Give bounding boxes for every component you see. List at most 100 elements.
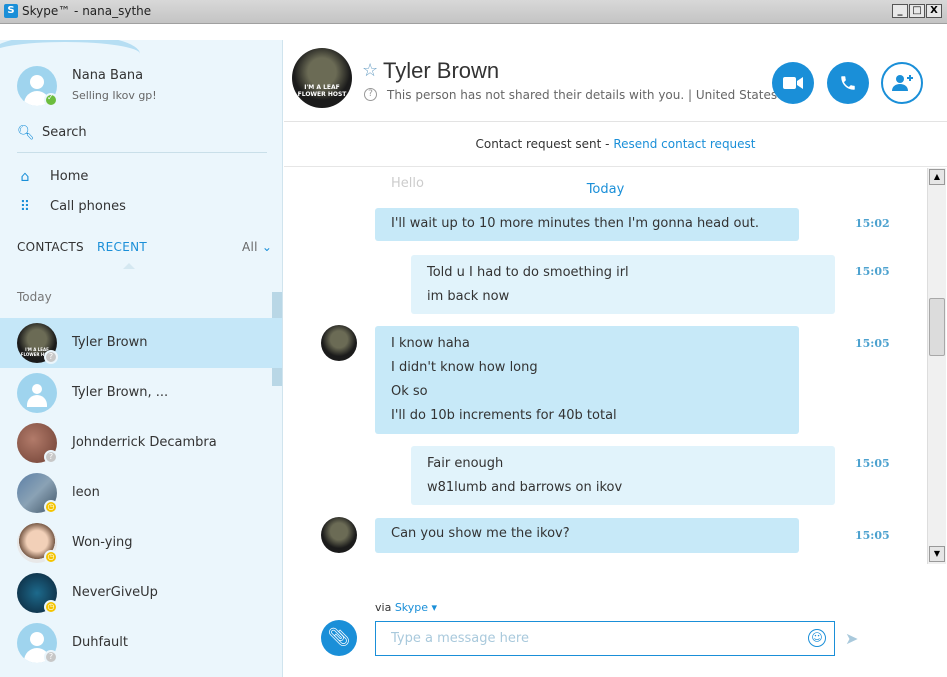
maximize-button[interactable]: □ [909, 4, 925, 18]
add-contact-icon [892, 75, 913, 91]
via-prefix: via [375, 601, 395, 614]
filter-all-label: All [242, 240, 258, 254]
recent-item-duhfault[interactable]: ? Duhfault [0, 618, 282, 668]
person-icon [30, 75, 44, 89]
nav-home[interactable]: ⌂ Home [17, 167, 267, 189]
nav-call-phones-label: Call phones [50, 199, 126, 214]
online-status-icon [44, 93, 58, 107]
message-timestamp: 15:05 [855, 337, 890, 350]
help-icon: ? [364, 88, 377, 101]
close-button[interactable]: X [926, 4, 942, 18]
message-timestamp: 15:05 [855, 457, 890, 470]
message-line: im back now [427, 289, 510, 304]
message-composer: via Skype ▾ 📎︎ ☺ ➤ [284, 565, 947, 677]
contact-request-status: Contact request sent - [475, 137, 614, 151]
recent-list: I'M A LEAF FLOWER HOST ? Tyler Brown Tyl… [0, 318, 282, 668]
message-bubble-incoming[interactable]: Can you show me the ikov? [375, 518, 799, 553]
status-unknown-icon: ? [44, 450, 58, 464]
recent-item-nevergiveup[interactable]: ◷ NeverGiveUp [0, 568, 282, 618]
tab-contacts[interactable]: CONTACTS [17, 240, 84, 254]
message-timestamp: 15:05 [855, 529, 890, 542]
minimize-button[interactable]: _ [892, 4, 908, 18]
attach-file-button[interactable]: 📎︎ [321, 620, 357, 656]
search-label: Search [42, 125, 87, 140]
message-line: I'll do 10b increments for 40b total [391, 408, 617, 423]
chat-history: Hello Today I'll wait up to 10 more minu… [284, 168, 927, 564]
message-line: w81lumb and barrows on ikov [427, 480, 623, 495]
recent-item-name: NeverGiveUp [72, 585, 158, 600]
message-line: Fair enough [427, 456, 504, 471]
via-selector[interactable]: via Skype ▾ [375, 601, 437, 614]
message-bubble-outgoing[interactable]: Told u I had to do smoething irl im back… [411, 255, 835, 314]
profile-mood[interactable]: Selling Ikov gp! [72, 89, 157, 102]
contact-info: This person has not shared their details… [387, 88, 778, 102]
home-icon: ⌂ [20, 169, 30, 185]
scroll-thumb[interactable] [929, 298, 945, 356]
recent-item-name: Tyler Brown [72, 335, 148, 350]
recent-item-name: Won-ying [72, 535, 133, 550]
contact-tabs: CONTACTS RECENT All ⌄ [17, 238, 273, 270]
conversation-header: I'M A LEAF FLOWER HOST ☆ Tyler Brown ? T… [284, 40, 947, 122]
message-input[interactable] [375, 621, 835, 656]
skype-logo-icon: S [4, 4, 18, 18]
recent-item-johnderrick[interactable]: ? Johnderrick Decambra [0, 418, 282, 468]
contact-avatar[interactable]: I'M A LEAF FLOWER HOST [292, 48, 352, 108]
sidebar: Nana Bana Selling Ikov gp! 🔍︎ Search ⌂ H… [0, 40, 283, 677]
recent-item-name: Tyler Brown, ... [72, 385, 169, 400]
message-bubble-outgoing[interactable]: Fair enough w81lumb and barrows on ikov [411, 446, 835, 505]
nav-call-phones[interactable]: ⠿ Call phones [17, 197, 267, 219]
message-line: Told u I had to do smoething irl [427, 265, 629, 280]
recent-section-label: Today [17, 290, 52, 304]
video-call-button[interactable] [772, 62, 814, 104]
date-separator: Today [586, 182, 625, 197]
filter-all-dropdown[interactable]: All ⌄ [242, 240, 272, 254]
recent-item-tyler-brown[interactable]: I'M A LEAF FLOWER HOST ? Tyler Brown [0, 318, 282, 368]
favorite-star-icon[interactable]: ☆ [362, 60, 378, 81]
status-away-icon: ◷ [44, 500, 58, 514]
scroll-down-arrow-icon[interactable]: ▼ [929, 546, 945, 562]
group-icon [17, 373, 57, 413]
recent-item-won-ying[interactable]: ◷ Won-ying [0, 518, 282, 568]
emoticon-button[interactable]: ☺ [808, 629, 826, 647]
status-away-icon: ◷ [44, 600, 58, 614]
search-button[interactable]: 🔍︎ Search [17, 123, 267, 153]
scroll-up-arrow-icon[interactable]: ▲ [929, 169, 945, 185]
contact-request-bar: Contact request sent - Resend contact re… [284, 123, 947, 167]
recent-item-leon[interactable]: ◷ leon [0, 468, 282, 518]
phone-icon [841, 76, 855, 90]
recent-item-name: Johnderrick Decambra [72, 435, 217, 450]
recent-item-group-chat[interactable]: Tyler Brown, ... [0, 368, 282, 418]
search-icon: 🔍︎ [17, 125, 35, 141]
send-button[interactable]: ➤ [845, 629, 858, 648]
tab-indicator [123, 263, 135, 269]
recent-item-name: Duhfault [72, 635, 128, 650]
contact-name[interactable]: Tyler Brown [383, 58, 499, 84]
audio-call-button[interactable] [827, 62, 869, 104]
resend-contact-request-link[interactable]: Resend contact request [613, 137, 755, 151]
tab-recent[interactable]: RECENT [97, 240, 147, 254]
sender-avatar[interactable] [321, 325, 357, 361]
via-service: Skype [394, 601, 429, 614]
window-title: Skype™ - nana_sythe [22, 4, 152, 18]
send-arrow-icon: ➤ [845, 629, 859, 648]
chevron-down-icon: ⌄ [261, 240, 273, 254]
status-unknown-icon: ? [44, 350, 58, 364]
add-contact-button[interactable] [881, 62, 923, 104]
message-line: Ok so [391, 384, 428, 399]
video-call-icon [783, 77, 803, 89]
message-line: I know haha [391, 336, 470, 351]
status-away-icon: ◷ [44, 550, 58, 564]
message-bubble-incoming[interactable]: I'll wait up to 10 more minutes then I'm… [375, 208, 799, 241]
message-timestamp: 15:02 [855, 217, 890, 230]
message-line: I'll wait up to 10 more minutes then I'm… [391, 216, 759, 231]
status-unknown-icon: ? [44, 650, 58, 664]
chat-scrollbar[interactable]: ▲ ▼ [927, 168, 946, 564]
nav-home-label: Home [50, 169, 89, 184]
window-titlebar: S Skype™ - nana_sythe _ □ X [0, 0, 947, 24]
recent-item-name: leon [72, 485, 100, 500]
sender-avatar[interactable] [321, 517, 357, 553]
message-line: Can you show me the ikov? [391, 526, 570, 541]
chevron-down-icon: ▾ [431, 601, 438, 614]
profile-name[interactable]: Nana Bana [72, 68, 143, 83]
message-bubble-incoming[interactable]: I know haha I didn't know how long Ok so… [375, 326, 799, 434]
